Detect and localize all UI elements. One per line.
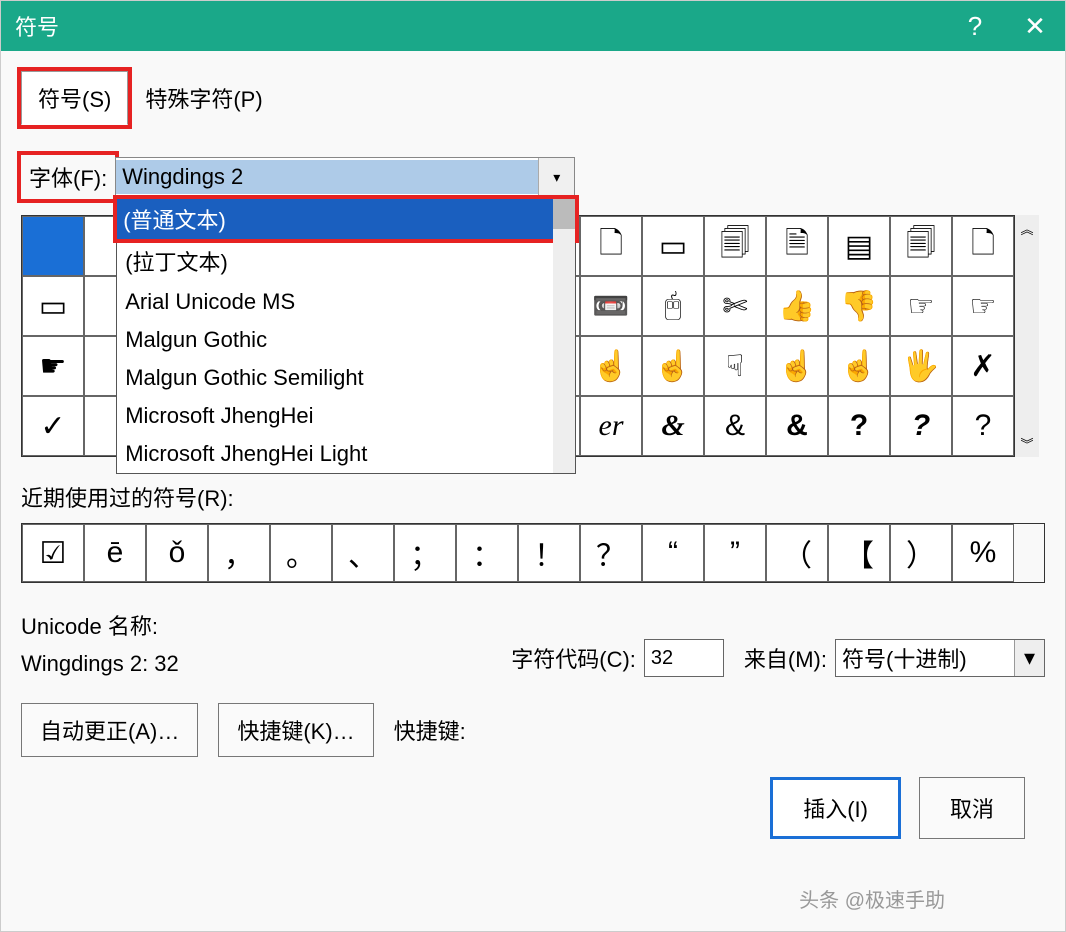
symbol-cell[interactable]: ☝ (642, 336, 704, 396)
cancel-button[interactable]: 取消 (919, 777, 1025, 839)
scroll-up-icon[interactable]: ︽ (1016, 215, 1037, 242)
symbol-cell[interactable]: & (766, 396, 828, 456)
unicode-name-value: Wingdings 2: 32 (21, 651, 179, 677)
autocorrect-button[interactable]: 自动更正(A)… (21, 703, 198, 757)
recent-cell[interactable]: 【 (828, 524, 890, 582)
recent-cell[interactable]: % (952, 524, 1014, 582)
char-code-label: 字符代码(C): (511, 642, 636, 674)
symbol-cell[interactable]: ☞ (890, 276, 952, 336)
font-option[interactable]: (普通文本) (117, 199, 575, 239)
symbol-cell[interactable]: ▭ (22, 276, 84, 336)
font-selected-value: Wingdings 2 (116, 160, 538, 194)
font-option[interactable]: (拉丁文本) (117, 239, 575, 283)
recent-cell[interactable]: ） (890, 524, 952, 582)
chevron-down-icon[interactable]: ▾ (1014, 640, 1044, 676)
symbol-cell[interactable]: ☞ (952, 276, 1014, 336)
recent-cell[interactable]: ： (456, 524, 518, 582)
from-label: 来自(M): (744, 642, 827, 674)
symbol-cell[interactable]: ? (828, 396, 890, 456)
recent-cell[interactable]: ” (704, 524, 766, 582)
font-option[interactable]: Arial Unicode MS (117, 283, 575, 321)
symbol-cell[interactable]: ✓ (22, 396, 84, 456)
symbol-cell[interactable]: 👎 (828, 276, 890, 336)
recent-cell[interactable]: ǒ (146, 524, 208, 582)
tab-symbols[interactable]: 符号(S) (21, 71, 128, 125)
recent-cell[interactable]: 、 (332, 524, 394, 582)
symbol-cell[interactable] (22, 216, 84, 276)
tab-bar: 符号(S) 特殊字符(P) (21, 71, 1045, 125)
recent-cell[interactable]: ☑ (22, 524, 84, 582)
symbol-cell[interactable]: ▭ (642, 216, 704, 276)
recent-cell[interactable]: 。 (270, 524, 332, 582)
shortcut-label: 快捷键: (394, 714, 466, 746)
recent-label: 近期使用过的符号(R): (21, 481, 1045, 513)
help-button[interactable]: ? (945, 1, 1005, 51)
window-title: 符号 (15, 10, 59, 42)
from-value: 符号(十进制) (836, 640, 1014, 676)
grid-scrollbar[interactable]: ︽ ︾ (1015, 215, 1039, 457)
symbol-cell[interactable]: ☝ (580, 336, 642, 396)
recent-cell[interactable]: （ (766, 524, 828, 582)
symbol-cell[interactable]: 🗋 (952, 216, 1014, 276)
chevron-down-icon[interactable]: ▾ (538, 158, 574, 196)
recent-cell[interactable]: ； (394, 524, 456, 582)
from-combobox[interactable]: 符号(十进制) ▾ (835, 639, 1045, 677)
symbol-cell[interactable]: ✄ (704, 276, 766, 336)
symbol-cell[interactable]: ▤ (828, 216, 890, 276)
recent-cell[interactable]: “ (642, 524, 704, 582)
watermark: 头条 @极速手助 (799, 884, 945, 913)
symbol-cell[interactable]: 👍 (766, 276, 828, 336)
symbol-cell[interactable]: ? (890, 396, 952, 456)
char-code-input[interactable] (644, 639, 724, 677)
titlebar: 符号 ? ✕ (1, 1, 1065, 51)
symbol-cell[interactable]: 🖐 (890, 336, 952, 396)
unicode-name-label: Unicode 名称: (21, 609, 179, 641)
recent-cell[interactable]: ē (84, 524, 146, 582)
tab-special-chars[interactable]: 特殊字符(P) (128, 71, 279, 125)
recent-grid: ☑ ē ǒ ， 。 、 ； ： ！ ？ “ ” （ 【 ） % (21, 523, 1045, 583)
shortcut-button[interactable]: 快捷键(K)… (218, 703, 373, 757)
recent-cell[interactable]: ， (208, 524, 270, 582)
font-option[interactable]: Malgun Gothic (117, 321, 575, 359)
recent-cell[interactable]: ？ (580, 524, 642, 582)
symbol-cell[interactable]: 🗎 (766, 216, 828, 276)
close-button[interactable]: ✕ (1005, 1, 1065, 51)
symbol-cell[interactable]: & (642, 396, 704, 456)
recent-cell[interactable]: ！ (518, 524, 580, 582)
symbol-cell[interactable]: er (580, 396, 642, 456)
dropdown-scrollbar[interactable] (553, 199, 575, 473)
font-option[interactable]: Microsoft JhengHei Light (117, 435, 575, 473)
symbol-cell[interactable]: ☛ (22, 336, 84, 396)
symbol-cell[interactable]: ? (952, 396, 1014, 456)
symbol-cell[interactable]: ☟ (704, 336, 766, 396)
font-option[interactable]: Malgun Gothic Semilight (117, 359, 575, 397)
symbol-cell[interactable]: 🖰 (642, 276, 704, 336)
symbol-cell[interactable]: 🗋 (580, 216, 642, 276)
symbol-cell[interactable]: & (704, 396, 766, 456)
symbol-cell[interactable]: ☝ (766, 336, 828, 396)
font-label: 字体(F): (21, 155, 115, 199)
symbol-cell[interactable]: 🗐 (890, 216, 952, 276)
symbol-cell[interactable]: ✗ (952, 336, 1014, 396)
insert-button[interactable]: 插入(I) (770, 777, 901, 839)
font-option[interactable]: Microsoft JhengHei (117, 397, 575, 435)
symbol-cell[interactable]: 🗐 (704, 216, 766, 276)
font-dropdown-list: (普通文本) (拉丁文本) Arial Unicode MS Malgun Go… (116, 198, 576, 474)
symbol-cell[interactable]: 📼 (580, 276, 642, 336)
symbol-cell[interactable]: ☝ (828, 336, 890, 396)
scroll-down-icon[interactable]: ︾ (1016, 430, 1037, 457)
font-combobox[interactable]: Wingdings 2 ▾ (普通文本) (拉丁文本) Arial Unicod… (115, 157, 575, 197)
